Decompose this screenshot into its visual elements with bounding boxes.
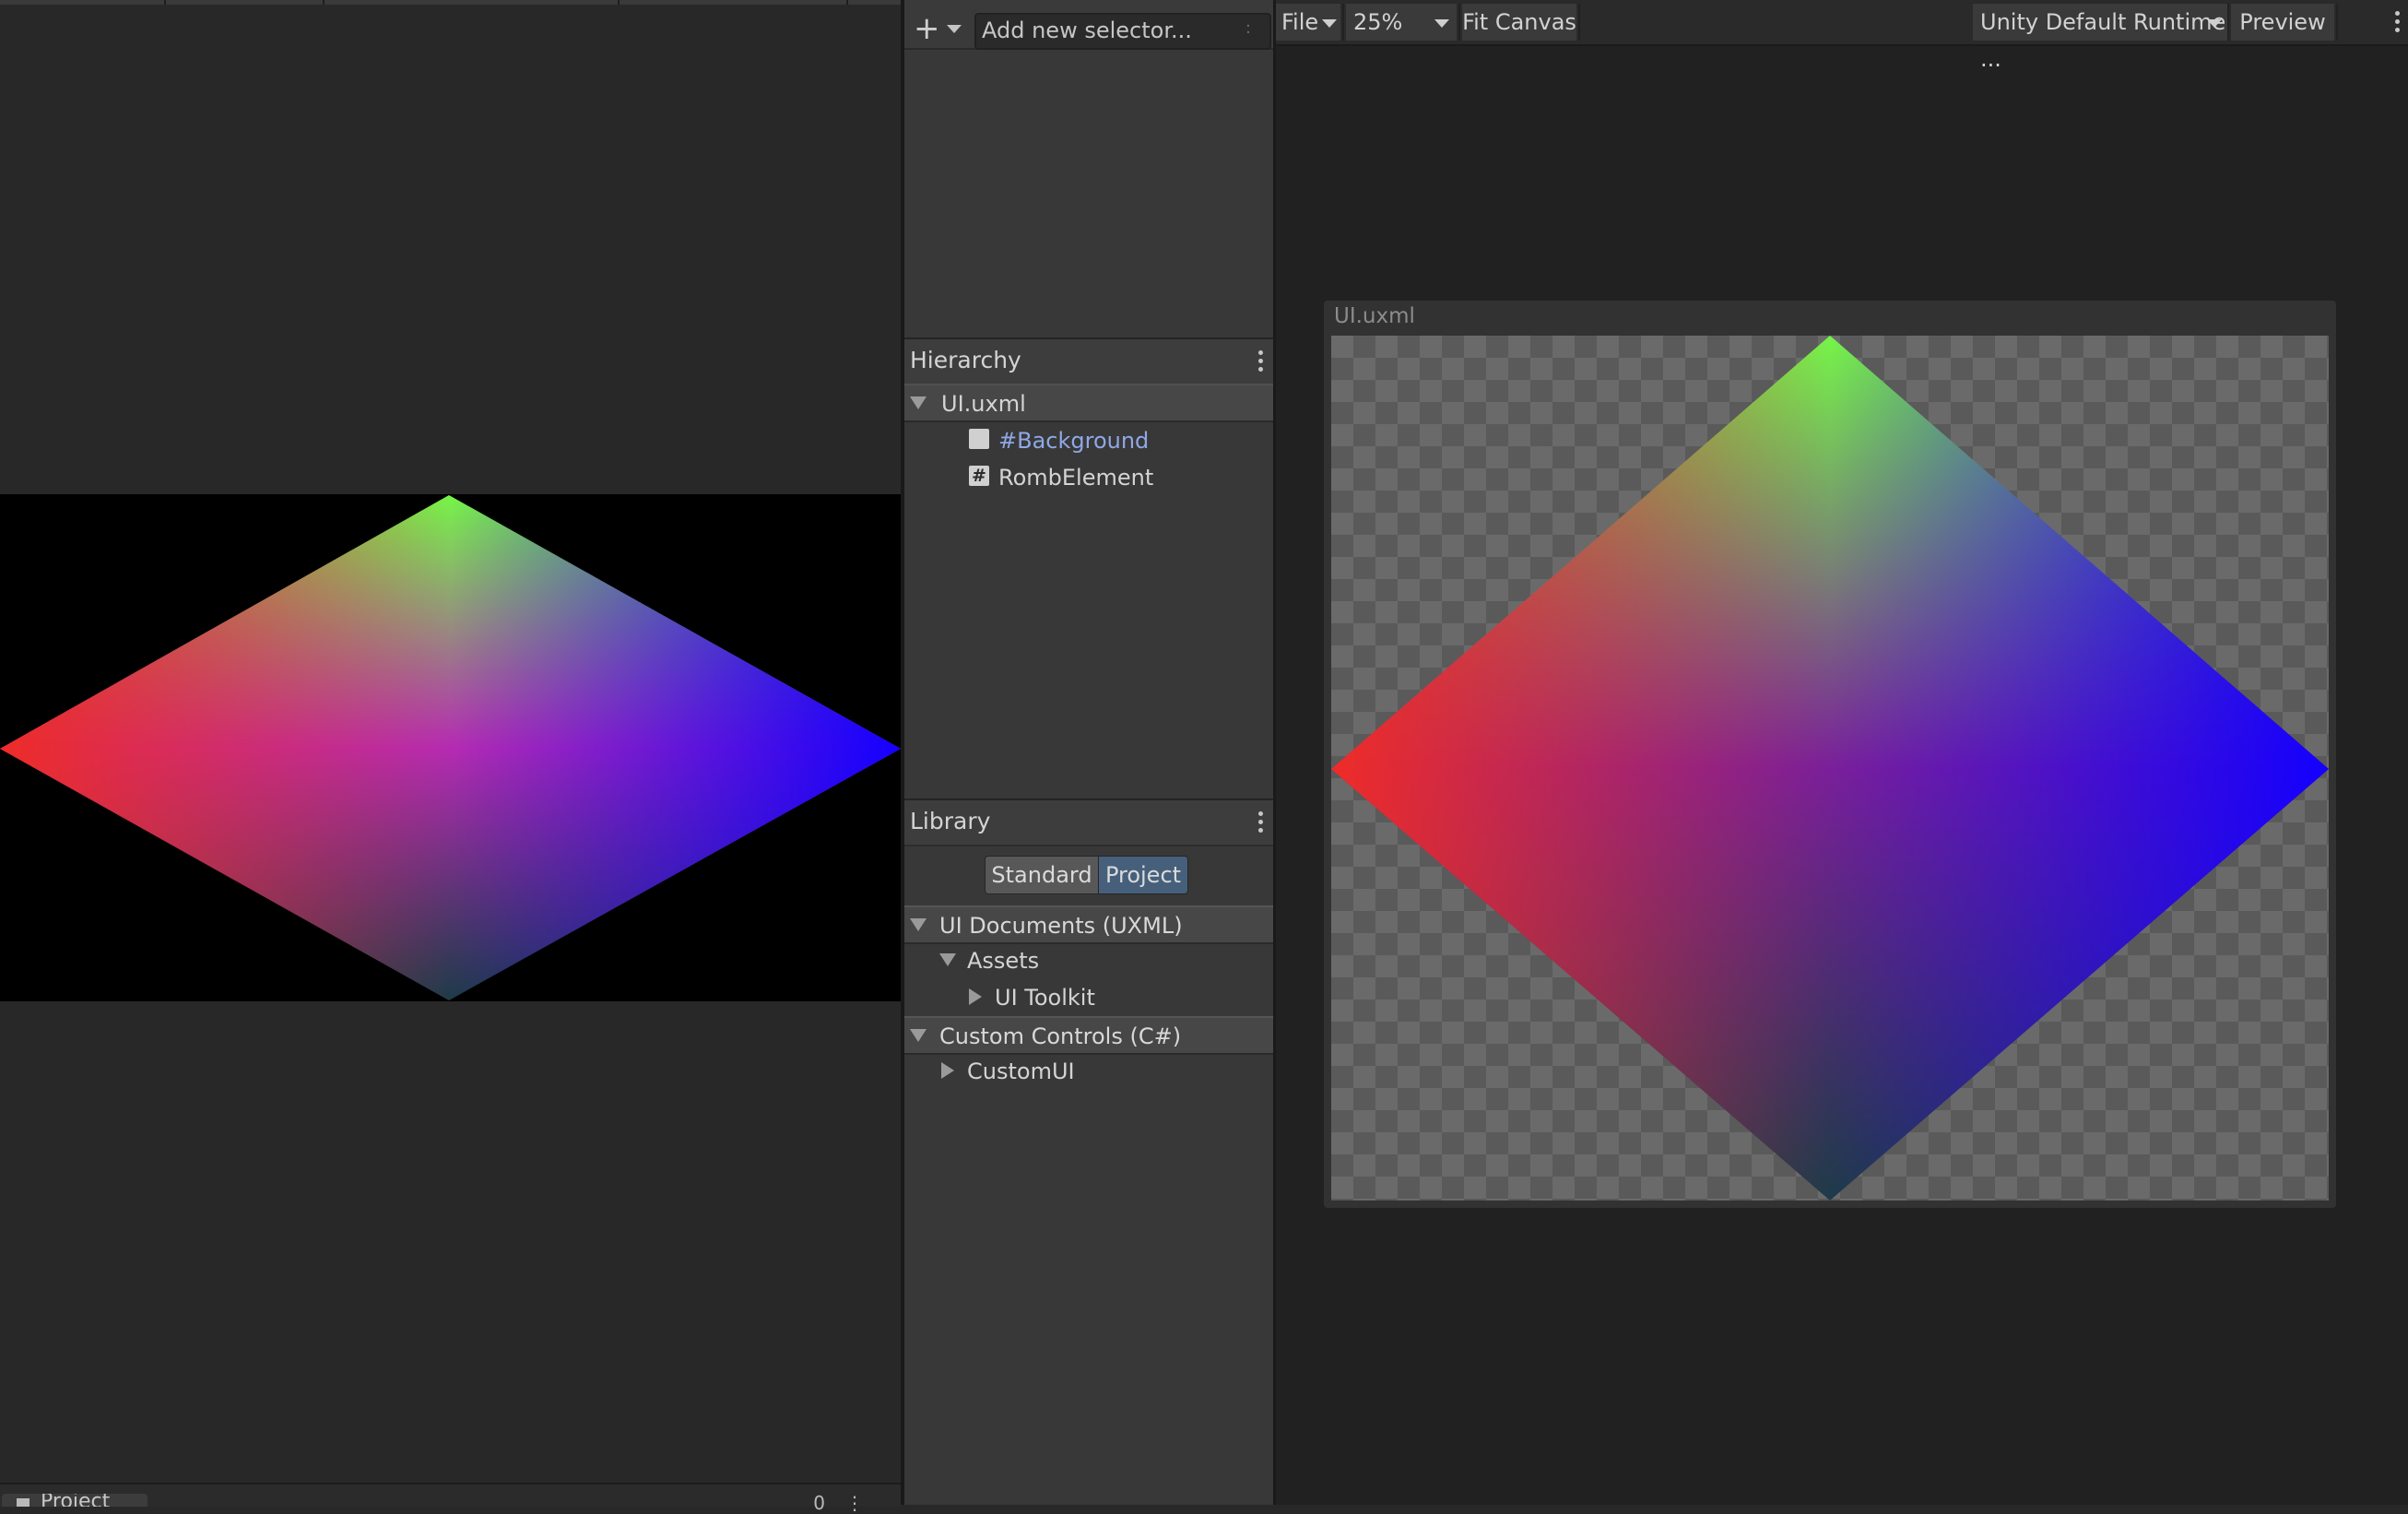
library-item-assets[interactable]: Assets <box>904 942 1273 977</box>
hierarchy-menu-icon[interactable] <box>1258 350 1264 374</box>
selector-field-more-icon[interactable]: : <box>1245 18 1251 38</box>
toolbar-separator <box>323 0 325 5</box>
library-menu-icon[interactable] <box>1258 811 1264 835</box>
builder-side-column: + : Hierarchy UI.uxml #Background # Romb… <box>904 0 1273 1505</box>
game-viewport[interactable] <box>0 494 901 1001</box>
tree-label: Assets <box>967 948 1040 974</box>
file-menu-label: File <box>1281 9 1319 35</box>
hierarchy-tree[interactable]: UI.uxml #Background # RombElement <box>904 384 1273 800</box>
hash-element-icon: # <box>969 466 989 486</box>
hierarchy-title: Hierarchy <box>910 347 1021 373</box>
collapse-arrow-icon[interactable] <box>939 953 956 966</box>
toolbar-separator <box>618 0 620 5</box>
library-item-customui[interactable]: CustomUI <box>904 1053 1273 1088</box>
blank-element-icon <box>969 429 989 449</box>
tree-label: #Background <box>998 428 1150 454</box>
tree-label: UI.uxml <box>941 391 1026 417</box>
tree-row-rombelement[interactable]: # RombElement <box>904 459 1273 494</box>
toolbar-separator <box>164 0 166 5</box>
folder-icon <box>17 1498 30 1507</box>
toolbar-separator <box>1578 4 1580 41</box>
hierarchy-header: Hierarchy <box>904 337 1273 385</box>
toolbar-separator <box>846 0 848 5</box>
library-panel: Standard Project UI Documents (UXML) Ass… <box>904 848 1273 1505</box>
file-menu[interactable]: File <box>1276 4 1340 41</box>
library-category-uxml[interactable]: UI Documents (UXML) <box>904 905 1273 944</box>
library-category-custom-controls[interactable]: Custom Controls (C#) <box>904 1016 1273 1055</box>
builder-canvas-panel: File 25% Fit Canvas Unity Default Runtim… <box>1276 0 2408 1505</box>
theme-label: Unity Default Runtime ... <box>1980 9 2226 72</box>
add-selector-button[interactable]: + <box>914 13 940 44</box>
library-title: Library <box>910 808 991 834</box>
selector-input-box[interactable]: : <box>974 13 1271 50</box>
chevron-down-icon[interactable] <box>947 25 962 33</box>
stylesheets-list[interactable] <box>904 50 1273 337</box>
game-view-toolbar <box>0 0 901 5</box>
chevron-down-icon <box>1322 19 1337 28</box>
preview-label: Preview <box>2239 9 2326 35</box>
fit-canvas-button[interactable]: Fit Canvas <box>1462 4 1576 41</box>
zoom-dropdown[interactable]: 25% <box>1346 4 1457 41</box>
zoom-value: 25% <box>1353 9 1403 35</box>
tree-label: UI Toolkit <box>995 985 1095 1011</box>
tab-project[interactable]: Project <box>1098 856 1188 894</box>
toolbar-separator <box>2227 4 2229 41</box>
document-frame[interactable]: UI.uxml <box>1324 301 2336 1208</box>
project-window-tabbar: Project 0⋮ <box>0 1483 901 1514</box>
category-label: Custom Controls (C#) <box>939 1023 1182 1049</box>
stylesheets-toolbar: + : <box>904 0 1273 50</box>
game-view-panel: Project 0⋮ <box>0 0 901 1514</box>
expand-arrow-icon[interactable] <box>941 1062 954 1079</box>
tree-row-background[interactable]: #Background <box>904 422 1273 457</box>
fit-canvas-label: Fit Canvas <box>1462 9 1576 35</box>
toolbar-separator <box>1342 4 1344 41</box>
plus-icon: + <box>914 10 940 47</box>
collapse-arrow-icon[interactable] <box>910 396 927 409</box>
document-canvas[interactable] <box>1331 336 2329 1201</box>
rhombus-render-game <box>0 495 901 1000</box>
toolbar-separator <box>2336 4 2338 41</box>
preview-toggle[interactable]: Preview <box>2231 4 2334 41</box>
collapse-arrow-icon[interactable] <box>910 918 927 931</box>
new-selector-input[interactable] <box>982 17 1212 44</box>
rhombus-render-canvas[interactable] <box>1331 336 2329 1201</box>
count-label: 0 <box>813 1492 845 1514</box>
chevron-down-icon <box>2207 19 2222 28</box>
theme-dropdown[interactable]: Unity Default Runtime ... <box>1973 4 2227 72</box>
library-header: Library <box>904 798 1273 846</box>
category-label: UI Documents (UXML) <box>939 913 1183 939</box>
collapse-arrow-icon[interactable] <box>910 1029 927 1042</box>
library-item-ui-toolkit[interactable]: UI Toolkit <box>904 979 1273 1014</box>
tab-standard[interactable]: Standard <box>985 856 1099 894</box>
tree-label: CustomUI <box>967 1059 1075 1084</box>
canvas-toolbar: File 25% Fit Canvas Unity Default Runtim… <box>1276 0 2408 72</box>
expand-arrow-icon[interactable] <box>969 988 982 1005</box>
document-title: UI.uxml <box>1334 304 1415 328</box>
canvas-menu-icon[interactable] <box>2395 11 2401 35</box>
tree-label: RombElement <box>998 465 1154 491</box>
chevron-down-icon <box>1434 19 1449 28</box>
rhombus-horizontal-gradient <box>1331 336 2329 1201</box>
more-options-icon[interactable]: ⋮ <box>845 1492 884 1514</box>
project-window-icons[interactable]: 0⋮ <box>813 1492 884 1514</box>
rhombus-horizontal-gradient <box>0 495 901 1000</box>
tree-row-root[interactable]: UI.uxml <box>904 384 1273 422</box>
toolbar-separator <box>1458 4 1460 41</box>
